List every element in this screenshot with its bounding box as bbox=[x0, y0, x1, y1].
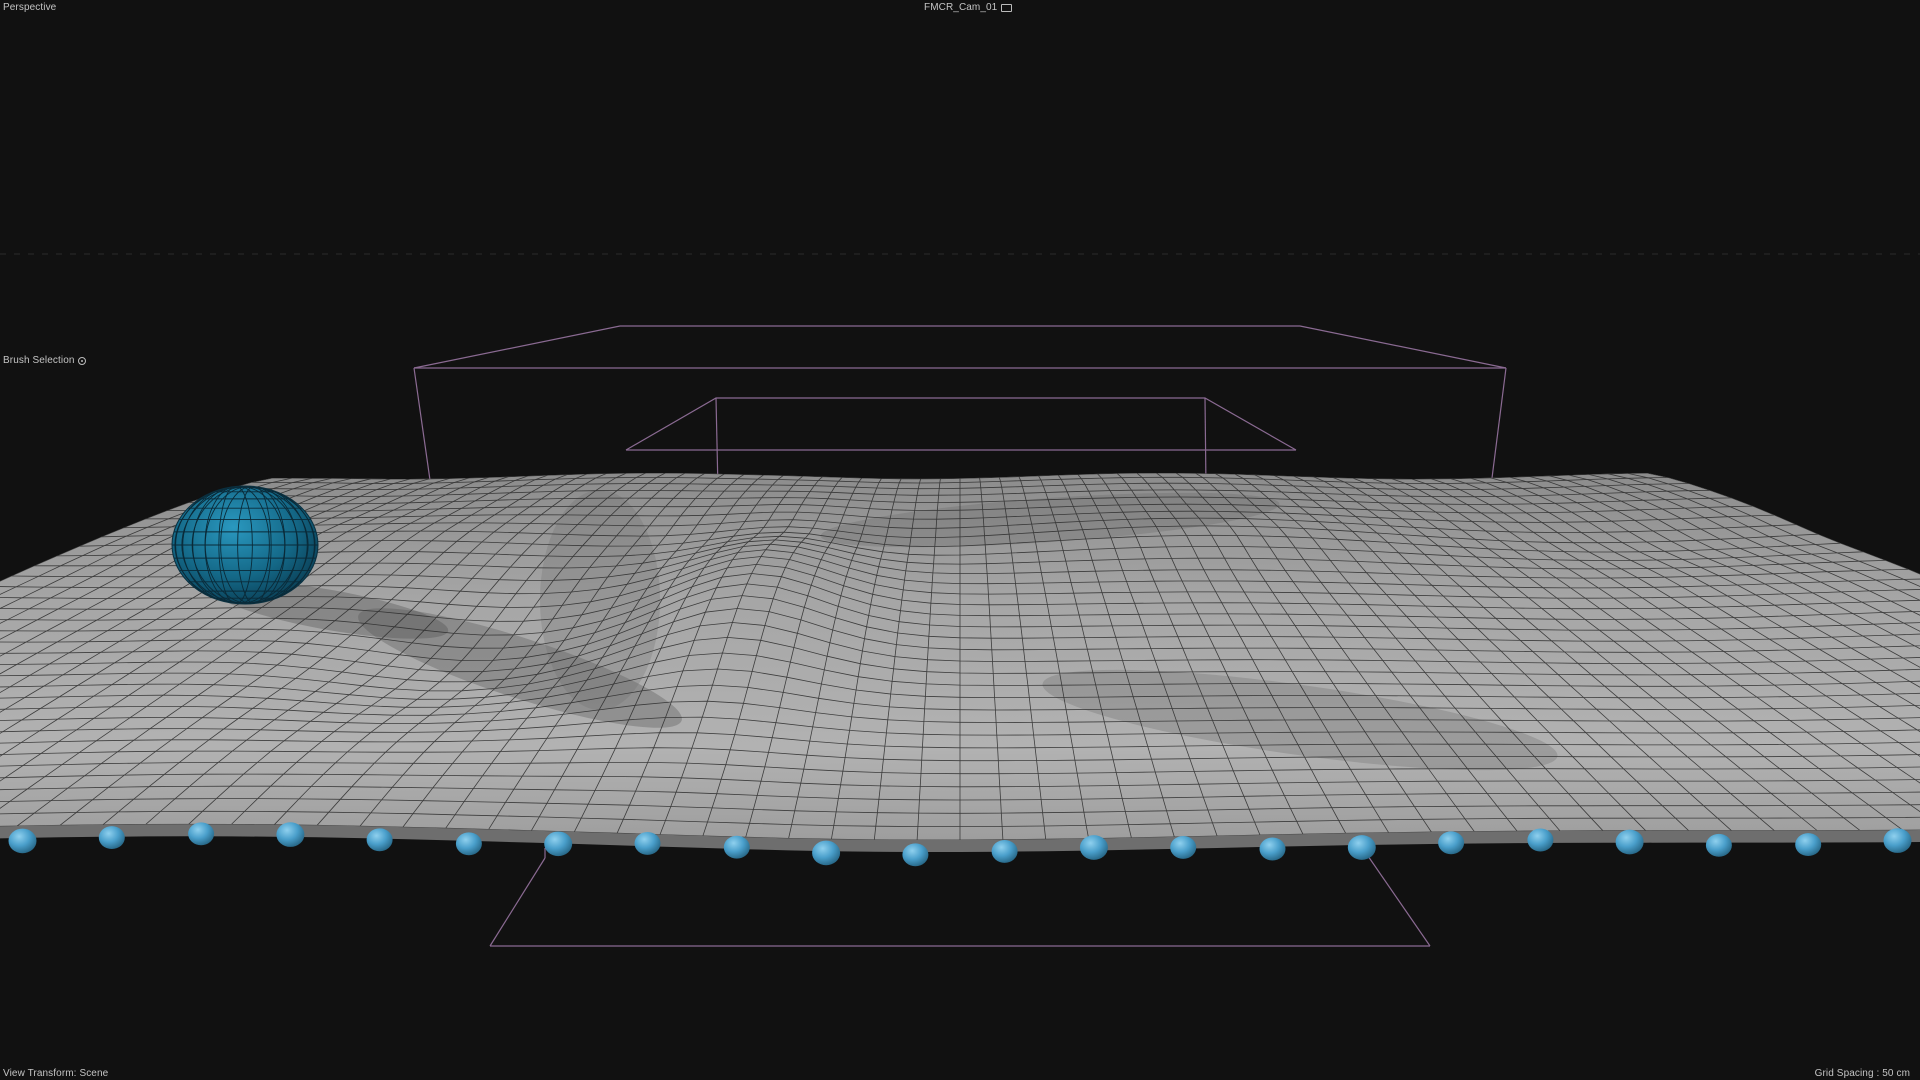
brush-selection-toggle[interactable]: Brush Selection bbox=[3, 355, 86, 366]
bounding-box-front bbox=[489, 848, 1431, 947]
grid-spacing-label: Grid Spacing : 50 cm bbox=[1814, 1068, 1910, 1079]
view-transform-label: View Transform: Scene bbox=[3, 1068, 109, 1079]
camera-selector[interactable]: FMCR_Cam_01 bbox=[924, 2, 1013, 13]
brush-selection-label: Brush Selection bbox=[3, 355, 75, 366]
viewport-name-label[interactable]: Perspective bbox=[3, 2, 56, 13]
camera-name-label: FMCR_Cam_01 bbox=[924, 2, 998, 13]
scene-render[interactable] bbox=[0, 0, 1920, 1080]
target-dot-icon[interactable] bbox=[77, 356, 86, 365]
bounding-box-back bbox=[413, 325, 1507, 491]
camera-icon[interactable] bbox=[1001, 3, 1013, 12]
collider-sphere bbox=[171, 485, 319, 605]
3d-viewport[interactable]: Perspective FMCR_Cam_01 Brush Selection … bbox=[0, 0, 1920, 1080]
